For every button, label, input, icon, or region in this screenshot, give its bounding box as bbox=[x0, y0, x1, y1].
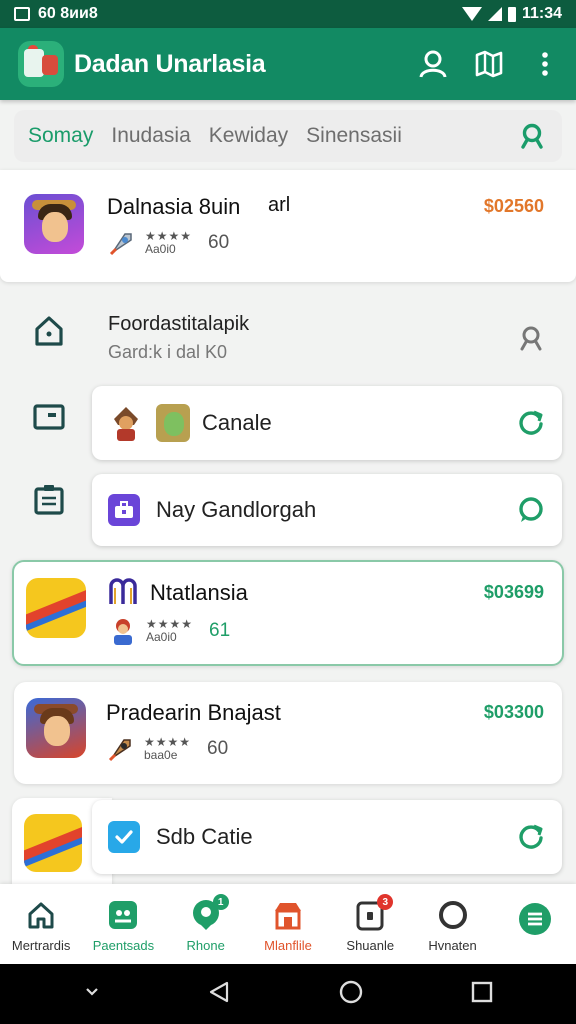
nav-label: Hvnaten bbox=[428, 938, 477, 953]
app-name: Dalnasia 8uin bbox=[107, 194, 241, 219]
refresh-icon bbox=[519, 410, 543, 435]
lock-icon: 3 bbox=[353, 894, 394, 932]
rating: ★★★★ Aa0i0 bbox=[145, 229, 193, 256]
menu-icon bbox=[518, 902, 552, 936]
nav-label: Paentsads bbox=[92, 938, 155, 953]
download-count: 61 bbox=[209, 620, 231, 641]
price-label: $03300 bbox=[483, 702, 544, 722]
price-label: $02560 bbox=[483, 196, 544, 216]
tab-sinensasii[interactable]: Sinensasii bbox=[306, 124, 402, 148]
image-notification-icon bbox=[14, 7, 30, 21]
notification-badge: 3 bbox=[377, 894, 394, 910]
chat-bubble-icon bbox=[519, 497, 543, 522]
warrior-icon bbox=[108, 403, 144, 443]
nav-label: Mlanflile bbox=[264, 938, 312, 953]
notification-badge: 1 bbox=[212, 894, 229, 910]
circle-icon bbox=[436, 898, 470, 932]
rocket-icon bbox=[106, 734, 136, 764]
status-bar: 60 8ии8 11:34 bbox=[0, 0, 576, 28]
nav-label: Shuanle bbox=[346, 938, 395, 953]
wifi-icon bbox=[461, 7, 482, 21]
nav-item-games[interactable]: Paentsads bbox=[82, 884, 164, 964]
app-icon bbox=[24, 194, 84, 254]
rating: ★★★★ baa0e bbox=[144, 735, 192, 762]
search-icon bbox=[521, 123, 543, 149]
nav-label: Mertrardis bbox=[11, 938, 71, 953]
search-row-search-button[interactable] bbox=[516, 323, 546, 353]
app-card[interactable]: Ntatlansia ★★★★ Aa0i0 61 $03699 bbox=[12, 560, 564, 666]
nav-item-hvnaten[interactable]: Hvnaten bbox=[411, 884, 493, 964]
tab-inudasia[interactable]: Inudasia bbox=[111, 124, 190, 148]
tabs-search-button[interactable] bbox=[516, 120, 548, 152]
rating: ★★★★ Aa0i0 bbox=[146, 617, 194, 644]
app-logo-icon[interactable] bbox=[18, 41, 64, 87]
map-button[interactable] bbox=[472, 47, 506, 81]
download-count: 60 bbox=[208, 232, 230, 253]
store-icon bbox=[271, 898, 305, 932]
search-row-subtitle: Gard:k i dal K0 bbox=[108, 342, 228, 362]
app-icon bbox=[24, 814, 82, 872]
back-icon[interactable] bbox=[207, 980, 231, 1009]
price-label: $03699 bbox=[483, 582, 544, 602]
account-button[interactable] bbox=[416, 47, 450, 81]
refresh-icon bbox=[519, 824, 543, 849]
nav-item-rhone[interactable]: 1 Rhone bbox=[165, 884, 247, 964]
briefcase-icon bbox=[108, 494, 140, 526]
map-icon bbox=[475, 50, 503, 78]
chevron-down-icon[interactable] bbox=[84, 985, 100, 1003]
warrior-icon bbox=[108, 616, 138, 646]
list-row-canale[interactable]: Canale bbox=[92, 386, 562, 460]
list-row-label: Canale bbox=[202, 410, 272, 435]
list-row-nay[interactable]: Nay Gandlorgah bbox=[92, 474, 562, 546]
avatar-icon bbox=[156, 404, 190, 442]
app-name-suffix: arl bbox=[268, 194, 291, 216]
app-bar: Dadan Unarlasia bbox=[0, 28, 576, 100]
nav-item-store[interactable]: Mlanflile bbox=[247, 884, 329, 964]
more-menu-button[interactable] bbox=[528, 47, 562, 81]
location-icon: 1 bbox=[189, 894, 229, 932]
card-icon[interactable] bbox=[32, 400, 66, 434]
clock: 11:34 bbox=[521, 5, 562, 22]
list-row-label: Sdb Catie bbox=[156, 824, 253, 849]
app-card[interactable]: Pradearin Bnajast ★★★★ baa0e 60 $03300 bbox=[14, 682, 562, 784]
list-row-label: Nay Gandlorgah bbox=[156, 497, 317, 522]
app-card[interactable]: Dalnasia 8uin arl ★★★★ Aa0i0 60 $02560 bbox=[0, 170, 576, 282]
signal-icon bbox=[487, 7, 502, 21]
refresh-button[interactable] bbox=[516, 822, 546, 852]
app-title: Dadan Unarlasia bbox=[74, 49, 266, 78]
home-icon bbox=[24, 898, 58, 932]
list-row-sdb[interactable]: Sdb Catie bbox=[92, 800, 562, 874]
refresh-button[interactable] bbox=[516, 408, 546, 438]
recents-icon[interactable] bbox=[471, 981, 493, 1008]
search-icon bbox=[520, 326, 542, 351]
search-row[interactable]: Foordastitalapik Gard:k i dal K0 bbox=[92, 296, 562, 380]
more-vertical-icon bbox=[542, 52, 548, 76]
app-name: Ntatlansia bbox=[150, 580, 248, 605]
download-count: 60 bbox=[207, 738, 229, 759]
rocket-icon bbox=[107, 228, 137, 258]
nav-item-home[interactable]: Mertrardis bbox=[0, 884, 82, 964]
battery-icon bbox=[507, 6, 516, 22]
app-icon bbox=[26, 578, 86, 638]
brand-m-icon bbox=[108, 578, 138, 606]
tab-kewiday[interactable]: Kewiday bbox=[209, 124, 288, 148]
search-row-title: Foordastitalapik bbox=[108, 313, 250, 335]
system-navigation-bar bbox=[0, 964, 576, 1024]
home-circle-icon[interactable] bbox=[338, 979, 364, 1010]
nav-item-menu[interactable] bbox=[494, 884, 576, 964]
chat-button[interactable] bbox=[516, 495, 546, 525]
tab-somay[interactable]: Somay bbox=[28, 124, 93, 148]
status-left-text: 60 8ии8 bbox=[38, 5, 98, 22]
person-icon bbox=[419, 50, 447, 78]
app-name: Pradearin Bnajast bbox=[106, 700, 281, 725]
app-icon bbox=[26, 698, 86, 758]
checkbox-icon[interactable] bbox=[108, 821, 140, 853]
bottom-navigation: Mertrardis Paentsads 1 Rhone Mlanflile 3… bbox=[0, 884, 576, 964]
category-tabs: Somay Inudasia Kewiday Sinensasii bbox=[14, 110, 562, 162]
game-icon bbox=[106, 898, 140, 932]
clipboard-icon[interactable] bbox=[32, 482, 66, 516]
nav-label: Rhone bbox=[186, 938, 225, 953]
nav-item-share[interactable]: 3 Shuanle bbox=[329, 884, 411, 964]
home-outline-icon[interactable] bbox=[32, 314, 66, 348]
